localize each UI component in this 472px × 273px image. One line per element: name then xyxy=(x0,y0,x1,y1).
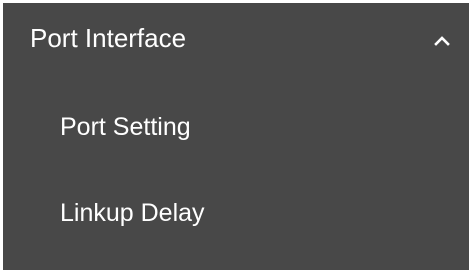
group-title: Port Interface xyxy=(30,23,187,53)
port-interface-group-header[interactable]: Port Interface xyxy=(3,3,469,81)
chevron-up-icon[interactable] xyxy=(430,33,454,49)
menu-item-label: Linkup Delay xyxy=(60,199,205,227)
sidebar-menu-panel: Port Interface Port Setting Linkup Delay xyxy=(3,3,469,270)
menu-item-linkup-delay[interactable]: Linkup Delay xyxy=(3,182,469,244)
menu-item-label: Port Setting xyxy=(60,113,191,141)
menu-item-port-setting[interactable]: Port Setting xyxy=(3,96,469,158)
